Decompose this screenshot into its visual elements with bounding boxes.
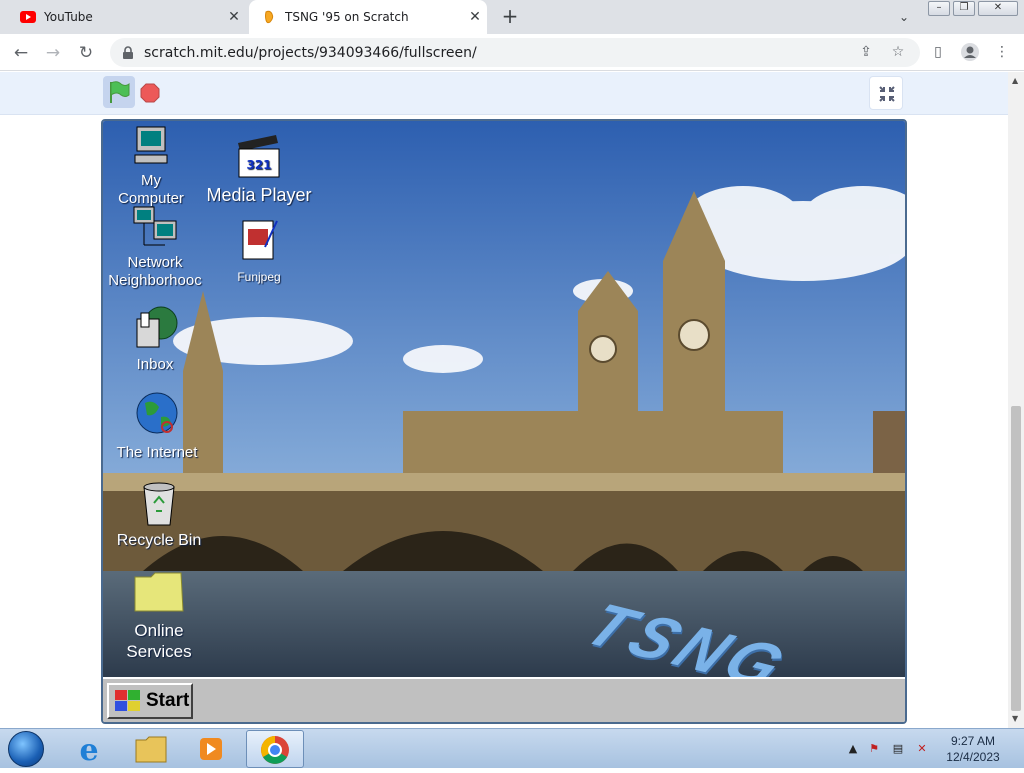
taskbar-media-player[interactable] <box>184 730 242 768</box>
browser-toolbar: ← → ↻ scratch.mit.edu/projects/934093466… <box>0 34 1024 71</box>
desktop-icon-network-neighborhood[interactable]: Network Neighborhooc <box>107 205 203 290</box>
clapperboard-icon: 321 <box>238 135 280 178</box>
inbox-icon <box>136 306 178 348</box>
tab-search-icon[interactable]: ⌄ <box>894 7 914 27</box>
taskbar-file-explorer[interactable] <box>122 730 180 768</box>
clapper-digits: 321 <box>246 158 271 172</box>
tab-title: YouTube <box>44 10 93 24</box>
network-status-icon[interactable]: ▤ <box>890 741 906 757</box>
desktop-icon-media-player[interactable]: 321 Media Player <box>203 133 315 206</box>
page-scrollbar[interactable]: ▲ ▼ <box>1008 72 1024 728</box>
lock-icon <box>120 45 136 61</box>
win95-taskbar: Start <box>103 677 905 722</box>
new-tab-button[interactable]: + <box>498 5 522 29</box>
desktop-icon-inbox[interactable]: Inbox <box>117 303 193 374</box>
scratch-page: My Computer 321 Media Player Network Nei… <box>0 72 1008 728</box>
close-tab-icon[interactable]: ✕ <box>463 9 487 25</box>
browser-menu-icon[interactable]: ⋮ <box>992 42 1012 62</box>
icon-label: Online Services <box>126 621 192 661</box>
url-text: scratch.mit.edu/projects/934093466/fulls… <box>144 44 477 61</box>
clock-date: 12/4/2023 <box>946 750 1000 764</box>
media-player-icon <box>200 738 222 760</box>
icon-label: Network Neighborhooc <box>108 254 202 289</box>
address-bar[interactable]: scratch.mit.edu/projects/934093466/fulls… <box>110 38 920 67</box>
desktop-icon-my-computer[interactable]: My Computer <box>109 125 193 208</box>
close-window-button[interactable]: ✕ <box>978 1 1018 16</box>
action-center-icon[interactable]: ⚑ <box>866 741 882 757</box>
recycle-bin-icon <box>143 482 175 526</box>
icon-label: Inbox <box>136 356 174 373</box>
stop-button[interactable] <box>140 83 160 103</box>
close-tab-icon[interactable]: ✕ <box>222 9 246 25</box>
icon-label: Funjpeg <box>237 270 281 284</box>
chrome-icon <box>261 736 289 764</box>
browser-tab-strip: YouTube ✕ TSNG '95 on Scratch ✕ + ⌄ – ❐ … <box>0 0 1024 34</box>
clock-time: 9:27 AM <box>950 734 996 748</box>
profile-avatar-icon[interactable] <box>960 42 980 62</box>
share-icon[interactable]: ⇪ <box>856 42 876 62</box>
tab-scratch-project[interactable]: TSNG '95 on Scratch ✕ <box>249 0 487 34</box>
scrollbar-thumb[interactable] <box>1011 406 1021 711</box>
desktop-icon-online-services[interactable]: Online Services <box>117 569 201 662</box>
exit-fullscreen-button[interactable] <box>869 76 903 110</box>
side-panel-icon[interactable]: ▯ <box>928 42 948 62</box>
desktop-icon-the-internet[interactable]: The Internet <box>107 391 207 462</box>
image-file-icon <box>242 220 278 260</box>
green-flag-icon <box>110 81 130 103</box>
volume-muted-icon[interactable]: ✕ <box>914 741 930 757</box>
green-flag-button[interactable] <box>103 76 135 108</box>
os-taskbar: e ▲ ⚑ ▤ ✕ 9:27 AM 12/4/2023 <box>0 728 1024 768</box>
scroll-down-icon[interactable]: ▼ <box>1012 714 1018 723</box>
icon-label: Recycle Bin <box>116 532 202 549</box>
tab-youtube[interactable]: YouTube ✕ <box>8 0 246 34</box>
windows-start-orb[interactable] <box>8 731 44 767</box>
collapse-arrows-icon <box>879 86 895 102</box>
taskbar-chrome[interactable] <box>246 730 304 768</box>
globe-icon <box>136 392 178 434</box>
desktop-icon-funjpeg[interactable]: Funjpeg <box>221 217 297 286</box>
icon-label: The Internet <box>116 444 198 461</box>
show-hidden-icons-icon[interactable]: ▲ <box>845 741 861 757</box>
internet-explorer-icon: e <box>79 733 98 768</box>
stage-controls <box>0 72 1008 115</box>
windows-logo-icon <box>115 690 140 711</box>
minimize-window-button[interactable]: – <box>928 1 950 16</box>
youtube-favicon-icon <box>20 9 36 25</box>
forward-icon[interactable]: → <box>40 40 66 66</box>
bookmark-star-icon[interactable]: ☆ <box>888 42 908 62</box>
network-icon <box>133 206 177 246</box>
computer-icon <box>134 126 168 164</box>
start-label: Start <box>146 690 190 711</box>
back-icon[interactable]: ← <box>8 40 34 66</box>
reload-icon[interactable]: ↻ <box>73 40 99 66</box>
folder-icon <box>135 736 167 763</box>
icon-label: Media Player <box>206 185 312 205</box>
stop-sign-icon <box>140 83 160 103</box>
icon-label: My Computer <box>118 172 184 207</box>
svg-text:e: e <box>79 733 98 768</box>
restore-window-button[interactable]: ❐ <box>953 1 975 16</box>
scroll-up-icon[interactable]: ▲ <box>1012 76 1018 85</box>
project-stage[interactable]: My Computer 321 Media Player Network Nei… <box>101 119 907 724</box>
folder-icon <box>134 572 184 612</box>
system-clock[interactable]: 9:27 AM 12/4/2023 <box>940 733 1006 765</box>
desktop-icon-recycle-bin[interactable]: Recycle Bin <box>109 479 209 550</box>
start-button[interactable]: Start <box>107 683 193 719</box>
taskbar-internet-explorer[interactable]: e <box>60 730 118 768</box>
tab-title: TSNG '95 on Scratch <box>285 10 409 24</box>
scratch-favicon-icon <box>261 9 277 25</box>
